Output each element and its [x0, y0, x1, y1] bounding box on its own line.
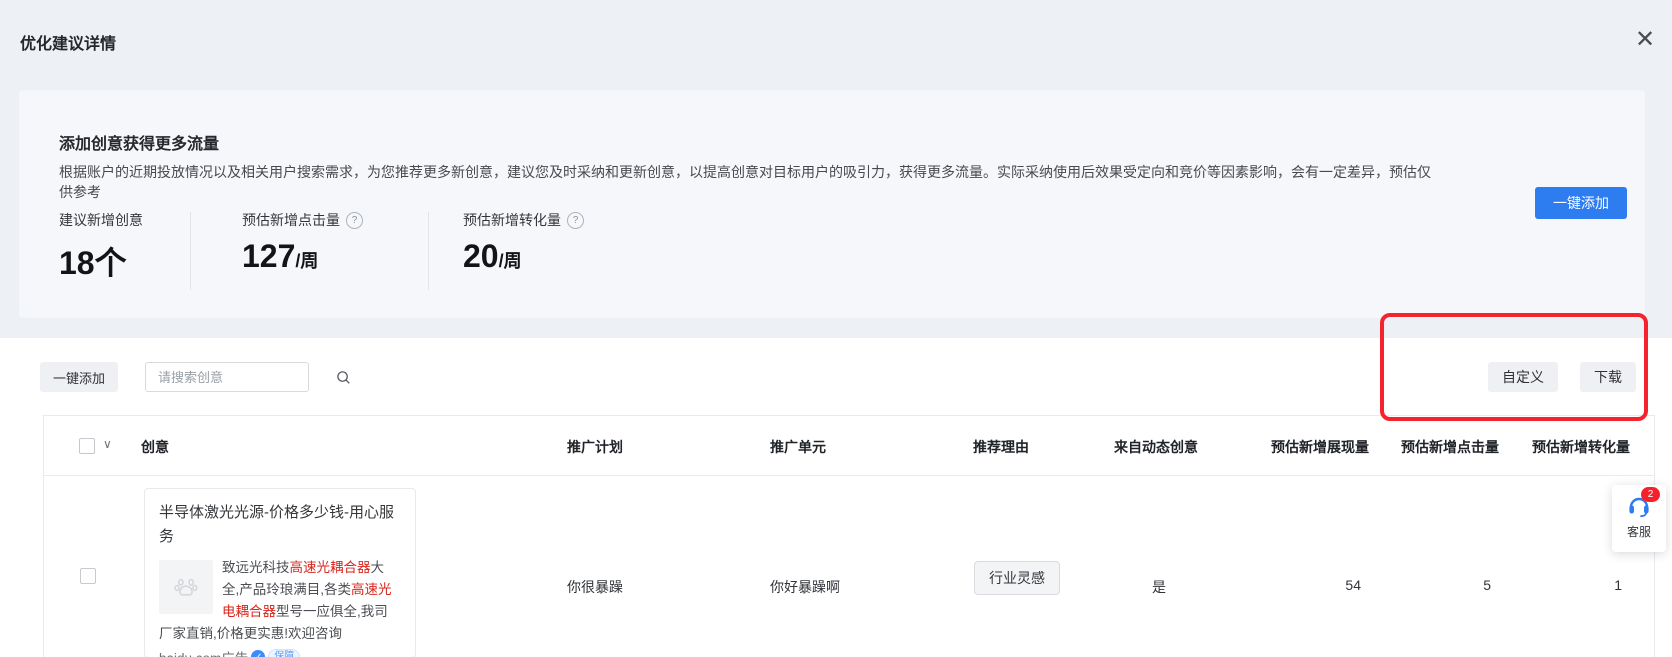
cell-from-dynamic: 是 — [1152, 577, 1166, 597]
stat-est-conversions: 预估新增转化量 ? 20/周 — [463, 210, 584, 275]
stat-label: 预估新增点击量 — [242, 210, 340, 230]
customize-button[interactable]: 自定义 — [1488, 362, 1558, 392]
stat-unit: /周 — [499, 251, 522, 271]
stat-unit: 个 — [95, 245, 127, 281]
panel-description: 根据账户的近期投放情况以及相关用户搜索需求，为您推荐更多新创意，建议您及时采纳和… — [59, 162, 1439, 202]
creative-list-section: 一键添加 自定义 下载 ∨ 创意 推广计划 推广单元 推荐理由 来自动态创意 预… — [0, 338, 1672, 657]
help-icon[interactable]: ? — [346, 212, 363, 229]
search-input[interactable] — [156, 369, 336, 386]
divider — [190, 212, 191, 290]
page-title: 优化建议详情 — [20, 30, 116, 54]
stat-est-clicks: 预估新增点击量 ? 127/周 — [242, 210, 363, 275]
creatives-table: ∨ 创意 推广计划 推广单元 推荐理由 来自动态创意 预估新增展现量 预估新增点… — [43, 415, 1655, 657]
creative-url-line: baidu.com广告 ✓ 保障 — [159, 647, 401, 657]
support-label: 客服 — [1627, 523, 1651, 540]
close-icon[interactable]: ✕ — [1630, 24, 1660, 54]
stat-new-creatives: 建议新增创意 18个 — [59, 210, 143, 284]
download-button[interactable]: 下载 — [1580, 362, 1636, 392]
stat-label: 建议新增创意 — [59, 210, 143, 230]
creative-title: 半导体激光光源-价格多少钱-用心服务 — [159, 501, 401, 549]
search-icon[interactable] — [336, 370, 351, 385]
creative-preview-card[interactable]: 半导体激光光源-价格多少钱-用心服务 — [144, 488, 416, 657]
select-all-checkbox[interactable] — [79, 438, 95, 454]
notification-badge: 2 — [1641, 487, 1660, 502]
desc-text: 致远光科技 — [222, 560, 290, 575]
guarantee-badge: 保障 — [268, 649, 300, 657]
suggestion-panel: 添加创意获得更多流量 根据账户的近期投放情况以及相关用户搜索需求，为您推荐更多新… — [19, 90, 1645, 318]
divider — [428, 212, 429, 290]
cell-est-conversions: 1 — [1510, 577, 1622, 593]
cell-est-impressions: 54 — [1249, 577, 1361, 593]
header-plan: 推广计划 — [567, 437, 623, 457]
header-unit: 推广单元 — [770, 437, 826, 457]
panel-heading: 添加创意获得更多流量 — [59, 130, 219, 154]
search-input-wrap — [145, 362, 309, 392]
header-reason: 推荐理由 — [973, 437, 1029, 457]
paw-icon — [171, 572, 201, 602]
help-icon[interactable]: ? — [567, 212, 584, 229]
row-checkbox[interactable] — [80, 568, 96, 584]
header-est-clicks: 预估新增点击量 — [1379, 437, 1499, 457]
stat-unit: /周 — [295, 251, 318, 271]
chevron-down-icon[interactable]: ∨ — [103, 437, 112, 451]
header-est-impressions: 预估新增展现量 — [1249, 437, 1369, 457]
creative-url: baidu.com广告 — [159, 647, 248, 657]
toolbar-add-button[interactable]: 一键添加 — [40, 362, 118, 392]
reason-badge[interactable]: 行业灵感 — [974, 561, 1060, 595]
verified-check-icon: ✓ — [251, 650, 265, 657]
header-est-conversions: 预估新增转化量 — [1510, 437, 1630, 457]
stat-label: 预估新增转化量 — [463, 210, 561, 230]
stat-value: 20 — [463, 238, 499, 274]
optimization-suggestion-dialog: 优化建议详情 ✕ 添加创意获得更多流量 根据账户的近期投放情况以及相关用户搜索需… — [0, 0, 1672, 657]
cell-est-clicks: 5 — [1379, 577, 1491, 593]
add-all-button[interactable]: 一键添加 — [1535, 187, 1627, 219]
cell-plan: 你很暴躁 — [567, 577, 623, 597]
desc-highlight: 高速光耦合器 — [290, 560, 371, 575]
table-header-row: ∨ 创意 推广计划 推广单元 推荐理由 来自动态创意 预估新增展现量 预估新增点… — [44, 416, 1654, 476]
stat-value: 18 — [59, 245, 95, 281]
creative-description: 致远光科技高速光耦合器大全,产品玲琅满目,各类高速光电耦合器型号一应俱全,我司厂… — [159, 557, 401, 645]
header-creative: 创意 — [141, 437, 169, 457]
creative-thumbnail — [159, 560, 213, 614]
stat-value: 127 — [242, 238, 295, 274]
cell-unit: 你好暴躁啊 — [770, 577, 840, 597]
header-from-dynamic: 来自动态创意 — [1114, 437, 1198, 457]
customer-support-widget[interactable]: 2 客服 — [1612, 485, 1666, 552]
